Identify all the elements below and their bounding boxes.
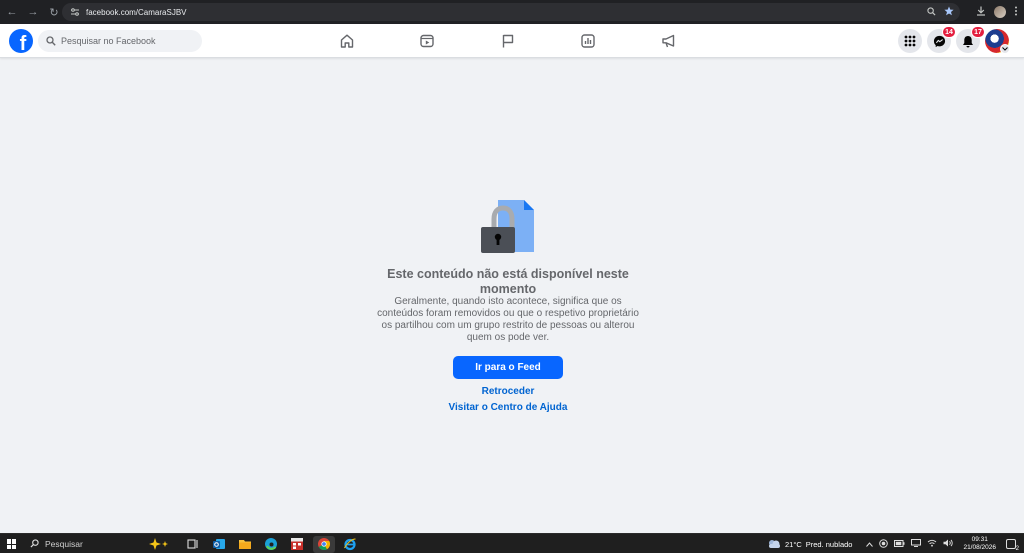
windows-start-icon[interactable]	[7, 539, 17, 549]
facebook-logo[interactable]: f	[9, 29, 33, 53]
download-icon[interactable]	[976, 6, 986, 18]
menu-grid-icon	[904, 35, 916, 47]
go-to-feed-button[interactable]: Ir para o Feed	[453, 356, 563, 379]
task-view-icon[interactable]	[186, 537, 200, 551]
battery-icon[interactable]	[894, 539, 905, 549]
weather-text: Pred. nublado	[805, 539, 853, 549]
home-icon[interactable]	[339, 33, 355, 49]
chevron-up-icon[interactable]	[866, 540, 874, 549]
flag-icon[interactable]	[500, 33, 516, 49]
back-button[interactable]: ←	[3, 3, 21, 21]
chrome-icon[interactable]	[317, 537, 331, 551]
menu-grid-button[interactable]	[898, 29, 922, 53]
internet-explorer-icon[interactable]	[343, 537, 357, 551]
forward-button[interactable]: →	[24, 3, 42, 21]
description-line: os partilhou com um grupo restrito de pe…	[381, 320, 635, 331]
chrome-profile-avatar[interactable]	[994, 6, 1006, 18]
display-icon[interactable]	[911, 539, 922, 549]
help-center-link[interactable]: Visitar o Centro de Ajuda	[420, 402, 596, 413]
title-line: Este conteúdo não está disponível neste	[387, 267, 629, 281]
page-title: Este conteúdo não está disponível neste …	[370, 267, 646, 297]
notification-count: 2	[1015, 546, 1019, 552]
wifi-icon[interactable]	[927, 539, 937, 549]
facebook-logo-letter: f	[19, 33, 27, 53]
notification-center-icon[interactable]: 2	[1006, 539, 1019, 552]
search-box[interactable]	[38, 30, 202, 52]
clock-time: 09:31	[971, 536, 988, 543]
file-explorer-icon[interactable]	[238, 537, 252, 551]
messenger-badge: 14	[942, 26, 956, 38]
clock[interactable]: 09:31 21/08/2026	[963, 536, 996, 552]
chevron-down-icon[interactable]	[1000, 44, 1010, 54]
lock-icon	[481, 200, 534, 253]
browser-toolbar: ← → ↻ facebook.com/CamaraSJBV	[0, 0, 1024, 24]
search-icon	[46, 36, 56, 46]
taskbar-search-icon	[30, 538, 39, 550]
notifications-button[interactable]: 17	[956, 26, 985, 53]
description-line: quem os pode ver.	[466, 332, 550, 343]
copilot-sparkle-icon[interactable]	[146, 537, 172, 551]
url-text: facebook.com/CamaraSJBV	[86, 7, 187, 17]
title-line: momento	[479, 282, 537, 296]
reload-button[interactable]: ↻	[45, 3, 63, 21]
temperature: 21°C	[784, 539, 802, 549]
reload-icon: ↻	[49, 6, 59, 19]
weather-widget[interactable]: 21°C Pred. nublado	[767, 539, 852, 549]
calendar-app-icon[interactable]	[290, 537, 304, 551]
megaphone-icon[interactable]	[661, 33, 677, 49]
forward-arrow-icon: →	[27, 6, 39, 18]
messenger-button[interactable]: 14	[927, 26, 956, 53]
system-tray: 21°C Pred. nublado 09:31 21/08/2026 2	[767, 534, 1024, 553]
description-line: Geralmente, quando isto acontece, signif…	[394, 296, 622, 307]
address-bar[interactable]: facebook.com/CamaraSJBV	[62, 3, 960, 21]
go-back-link[interactable]: Retroceder	[420, 386, 596, 397]
windows-taskbar: Pesquisar 21°C Pred. nublado 09:31 21/08…	[0, 533, 1024, 553]
outlook-icon[interactable]	[212, 537, 226, 551]
video-icon[interactable]	[419, 33, 435, 49]
description: Geralmente, quando isto acontece, signif…	[370, 296, 646, 344]
notifications-badge: 17	[971, 26, 985, 38]
edge-icon[interactable]	[264, 537, 278, 551]
dashboard-icon[interactable]	[580, 33, 596, 49]
zoom-icon[interactable]	[927, 6, 936, 18]
volume-icon[interactable]	[943, 539, 954, 549]
record-icon[interactable]	[879, 538, 889, 550]
description-line: conteúdos foram removidos ou que o respe…	[377, 308, 639, 319]
bookmark-star-icon[interactable]	[944, 6, 954, 18]
search-input[interactable]	[61, 36, 191, 46]
taskbar-search-label: Pesquisar	[45, 539, 83, 549]
clock-date: 21/08/2026	[963, 544, 996, 551]
site-settings-icon[interactable]	[68, 5, 82, 19]
facebook-header: f 14 17	[0, 24, 1024, 58]
cloud-icon	[768, 540, 780, 548]
back-arrow-icon: ←	[6, 6, 18, 18]
chrome-menu-icon[interactable]	[1014, 6, 1018, 18]
content-unavailable-panel: Este conteúdo não está disponível neste …	[0, 58, 1024, 533]
